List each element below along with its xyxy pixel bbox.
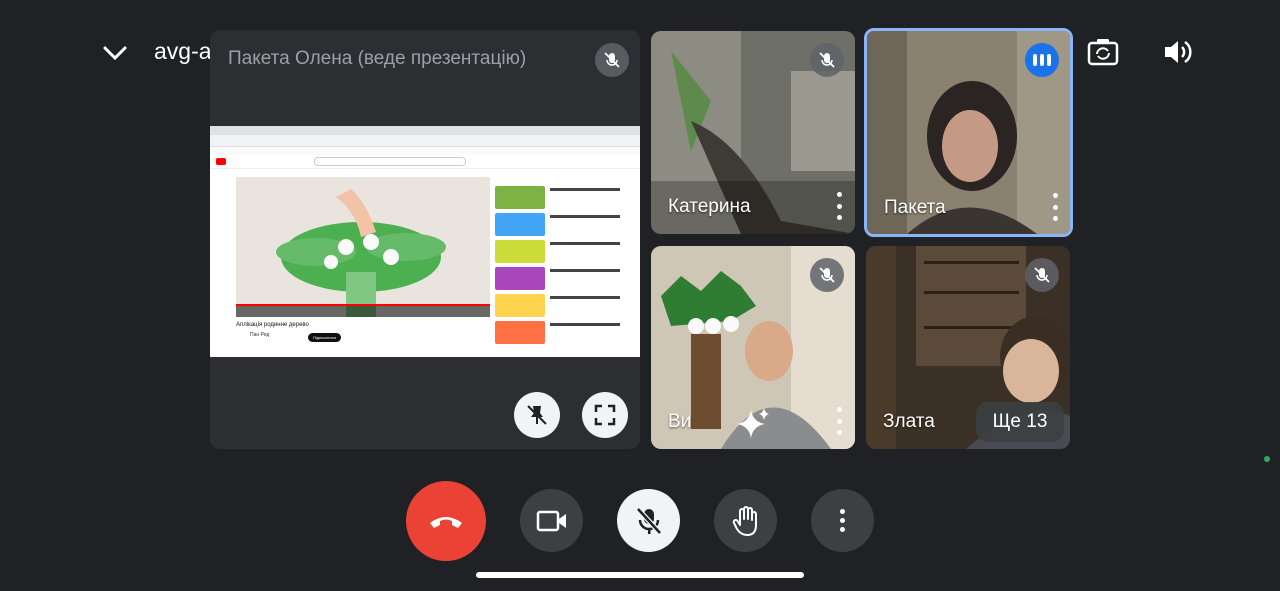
youtube-logo <box>216 158 226 165</box>
speaking-indicator <box>1025 43 1059 77</box>
participant-name: Пакета <box>884 197 946 218</box>
camera-flip-icon <box>1087 39 1119 66</box>
participant-options-button[interactable] <box>833 407 845 435</box>
self-view-tile[interactable]: Ви <box>651 246 855 449</box>
chevron-down-icon <box>103 46 127 61</box>
subscribe-button: Підписатися <box>308 333 341 342</box>
mic-off-icon <box>1034 267 1050 283</box>
mic-off-icon <box>819 267 835 283</box>
participant-tile[interactable]: Катерина <box>651 31 855 234</box>
mic-off-icon <box>604 52 620 68</box>
video-camera-icon <box>536 510 566 531</box>
participant-options-button[interactable] <box>833 192 845 220</box>
channel-name: Пан Ред <box>250 332 270 338</box>
more-options-button[interactable] <box>811 489 874 552</box>
more-vert-icon <box>840 509 845 514</box>
video-title: Аплікація родинне дерево <box>236 322 309 328</box>
presentation-tile[interactable]: Пакета Олена (веде презентацію) Аплікаці… <box>210 30 640 449</box>
raise-hand-icon <box>732 505 757 536</box>
microphone-toggle-button[interactable] <box>617 489 680 552</box>
fullscreen-button[interactable] <box>582 392 628 438</box>
camera-toggle-button[interactable] <box>520 489 583 552</box>
camera-flip-button[interactable] <box>1086 36 1120 68</box>
mic-off-indicator <box>1025 258 1059 292</box>
home-indicator[interactable] <box>476 572 804 578</box>
participant-tile-active-speaker[interactable]: Пакета <box>864 28 1073 237</box>
status-dot <box>1264 456 1270 462</box>
audio-output-button[interactable] <box>1162 37 1194 67</box>
unpin-icon <box>527 405 547 425</box>
participant-name: Катерина <box>668 196 751 217</box>
mic-off-icon <box>635 506 662 535</box>
volume-icon <box>1165 40 1192 64</box>
unpin-button[interactable] <box>514 392 560 438</box>
participant-name: Ви <box>668 411 692 432</box>
presenter-mic-off-indicator <box>595 43 629 77</box>
sparkle-icon <box>737 408 769 438</box>
more-participants-button[interactable]: Ще 13 <box>976 402 1064 442</box>
participant-tile[interactable]: Злата Ще 13 <box>866 246 1070 449</box>
youtube-video-player <box>236 177 490 317</box>
hang-up-icon <box>430 517 462 528</box>
end-call-button[interactable] <box>406 481 486 561</box>
suggested-videos <box>495 186 545 348</box>
participant-name: Злата <box>883 411 935 432</box>
mic-off-indicator <box>810 43 844 77</box>
mic-off-icon <box>819 52 835 68</box>
presenter-label: Пакета Олена (веде презентацію) <box>228 48 527 69</box>
participant-options-button[interactable] <box>1049 193 1061 221</box>
fullscreen-icon <box>594 404 616 426</box>
collapse-button[interactable] <box>100 38 130 68</box>
raise-hand-button[interactable] <box>714 489 777 552</box>
shared-screen: Аплікація родинне дерево Пан Ред Підписа… <box>210 126 640 357</box>
effects-button[interactable] <box>735 406 771 442</box>
mic-off-indicator <box>810 258 844 292</box>
